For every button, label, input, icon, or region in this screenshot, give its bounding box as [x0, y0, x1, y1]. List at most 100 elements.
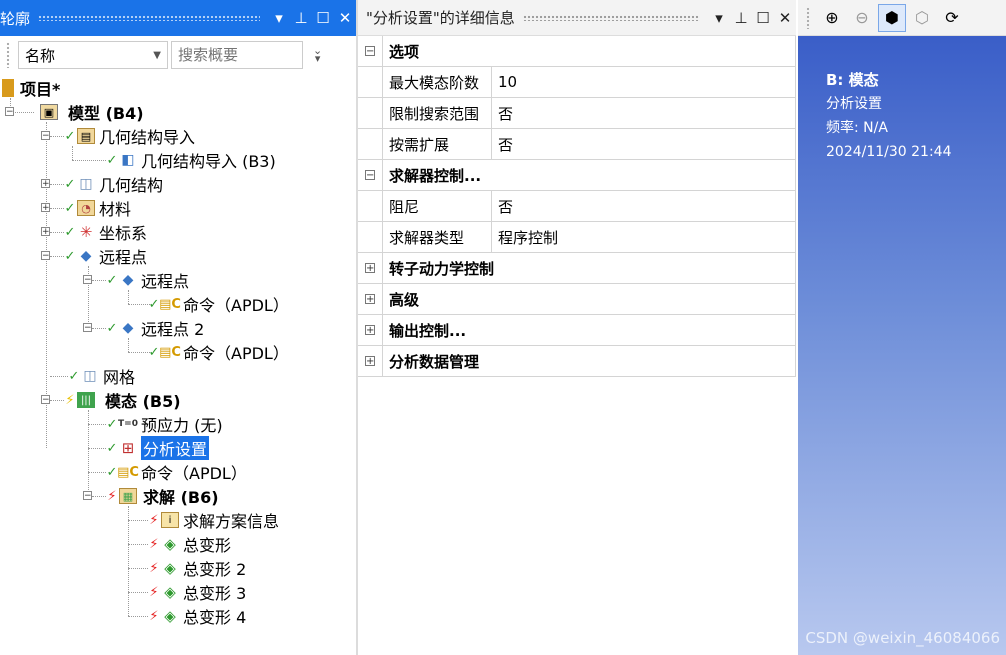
tree-node-remote-points[interactable]: ✓ ◆ 远程点 — [64, 244, 147, 268]
property-value-solver-type[interactable]: 程序控制 — [492, 222, 795, 252]
tree-node-prestress[interactable]: ✓ T=0 预应力 (无) — [106, 412, 223, 436]
tree-node-materials[interactable]: ✓ ◔ 材料 — [64, 196, 131, 220]
dropdown-arrow-icon[interactable]: ▾ — [708, 9, 730, 27]
tree-label-remote-point-1: 远程点 — [141, 272, 190, 291]
viewport-line-2: 频率: N/A — [826, 120, 888, 136]
toolbar-grip[interactable] — [806, 6, 810, 29]
graphics-viewport[interactable]: B: 模态 分析设置 频率: N/A 2024/11/30 21:44 — [798, 36, 1006, 655]
property-row-limit-range[interactable]: 限制搜索范围 否 — [358, 98, 795, 129]
project-book-icon — [2, 79, 14, 97]
pin-icon[interactable]: ⊥ — [730, 9, 752, 27]
tree-node-command-2[interactable]: ✓ ▤C 命令（APDL） — [148, 340, 289, 364]
check-icon: ✓ — [106, 320, 118, 336]
command-icon: ▤C — [117, 464, 139, 480]
expand-icon[interactable]: + — [365, 356, 375, 367]
total-deformation-icon: ◈ — [164, 535, 176, 553]
property-value-max-modes[interactable]: 10 — [492, 67, 795, 97]
expander-solution[interactable]: − — [83, 491, 92, 501]
search-input[interactable] — [171, 41, 303, 69]
view-rotate-icon[interactable]: ⟳ — [938, 4, 966, 32]
tree-node-geometry[interactable]: ✓ ◫ 几何结构 — [64, 172, 163, 196]
property-value-damping[interactable]: 否 — [492, 191, 795, 221]
close-icon[interactable]: ✕ — [334, 9, 356, 27]
outline-titlebar[interactable]: 轮廓 ▾ ⊥ ☐ ✕ — [0, 0, 356, 36]
tree-label-geometry: 几何结构 — [99, 176, 164, 195]
tree-node-command-3[interactable]: ✓ ▤C 命令（APDL） — [106, 460, 247, 484]
overflow-chevron-icon[interactable]: ⌄ ▾ — [313, 45, 322, 64]
property-value-limit-range[interactable]: 否 — [492, 98, 795, 128]
tree-node-model[interactable]: ▣ 模型 (B4) — [40, 100, 144, 124]
expander-model[interactable]: − — [5, 107, 14, 117]
expander-remote-point-1[interactable]: − — [83, 275, 92, 285]
toolbar-grip[interactable] — [6, 42, 10, 68]
property-row-on-demand[interactable]: 按需扩展 否 — [358, 129, 795, 160]
expander-remote-points[interactable]: − — [41, 251, 50, 261]
expander-coords[interactable]: + — [41, 227, 50, 237]
wireframe-body-icon[interactable]: ⬡ — [908, 4, 936, 32]
group-solver-controls[interactable]: − 求解器控制... — [358, 160, 795, 191]
tree-node-project[interactable]: 项目* — [2, 76, 60, 100]
expander-materials[interactable]: + — [41, 203, 50, 213]
tree-node-total-def-2[interactable]: ⚡ ◈ 总变形 2 — [148, 556, 246, 580]
property-row-damping[interactable]: 阻尼 否 — [358, 191, 795, 222]
tree-node-remote-point-1[interactable]: ✓ ◆ 远程点 — [106, 268, 189, 292]
tree-node-geom-import-b3[interactable]: ✓ ◧ 几何结构导入 (B3) — [106, 148, 276, 172]
shaded-body-icon[interactable]: ⬢ — [878, 3, 906, 32]
tree-label-command-3: 命令（APDL） — [141, 464, 247, 483]
group-advanced[interactable]: + 高级 — [358, 284, 795, 315]
tree-label-geom-import-b3: 几何结构导入 (B3) — [141, 152, 276, 171]
details-grid: − 选项 最大模态阶数 10 限制搜索范围 否 按需扩展 否 − 求解器控制..… — [358, 36, 796, 377]
total-deformation-icon: ◈ — [164, 583, 176, 601]
group-rotordynamics[interactable]: + 转子动力学控制 — [358, 253, 795, 284]
pin-icon[interactable]: ⊥ — [290, 9, 312, 27]
tree-label-command-1: 命令（APDL） — [183, 296, 289, 315]
tree-node-total-def-3[interactable]: ⚡ ◈ 总变形 3 — [148, 580, 246, 604]
close-icon[interactable]: ✕ — [774, 9, 796, 27]
tree-node-coords[interactable]: ✓ ✳ 坐标系 — [64, 220, 147, 244]
property-row-max-modes[interactable]: 最大模态阶数 10 — [358, 67, 795, 98]
group-options[interactable]: − 选项 — [358, 36, 795, 67]
filter-combo[interactable]: 名称 ▼ — [18, 41, 168, 69]
tree-node-command-1[interactable]: ✓ ▤C 命令（APDL） — [148, 292, 289, 316]
check-icon: ✓ — [64, 176, 76, 192]
tree-node-total-def-1[interactable]: ⚡ ◈ 总变形 — [148, 532, 231, 556]
group-data-management[interactable]: + 分析数据管理 — [358, 346, 795, 377]
modal-analysis-icon: ||| — [77, 392, 95, 408]
expand-icon[interactable]: + — [365, 325, 375, 336]
lightning-icon: ⚡ — [149, 608, 159, 624]
tree-node-total-def-4[interactable]: ⚡ ◈ 总变形 4 — [148, 604, 246, 628]
expander-modal[interactable]: − — [41, 395, 50, 405]
tree-node-remote-point-2[interactable]: ✓ ◆ 远程点 2 — [106, 316, 205, 340]
dropdown-arrow-icon[interactable]: ▾ — [268, 9, 290, 27]
group-label-data-management: 分析数据管理 — [382, 346, 795, 376]
check-icon: ✓ — [106, 272, 118, 288]
outline-drag-grip[interactable] — [38, 15, 260, 21]
expander-geom-import[interactable]: − — [41, 131, 50, 141]
viewport-line-3: 2024/11/30 21:44 — [826, 144, 952, 160]
property-value-on-demand[interactable]: 否 — [492, 129, 795, 159]
property-row-solver-type[interactable]: 求解器类型 程序控制 — [358, 222, 795, 253]
expander-remote-point-2[interactable]: − — [83, 323, 92, 333]
details-titlebar[interactable]: "分析设置"的详细信息 ▾ ⊥ ☐ ✕ — [358, 0, 796, 36]
tree-node-analysis-settings[interactable]: ✓ ⊞ 分析设置 — [106, 436, 210, 460]
details-drag-grip[interactable] — [522, 14, 700, 21]
maximize-icon[interactable]: ☐ — [312, 9, 334, 27]
lightning-icon: ⚡ — [149, 536, 159, 552]
maximize-icon[interactable]: ☐ — [752, 9, 774, 27]
tree-label-total-def-3: 总变形 3 — [183, 584, 247, 603]
tree-node-solution-info[interactable]: ⚡ i 求解方案信息 — [148, 508, 279, 532]
tree-node-mesh[interactable]: ✓ ◫ 网格 — [68, 364, 135, 388]
mesh-icon: ◫ — [83, 368, 97, 384]
expand-icon[interactable]: + — [365, 263, 375, 274]
collapse-icon[interactable]: − — [365, 170, 375, 181]
zoom-out-icon[interactable]: ⊖ — [848, 4, 876, 32]
collapse-icon[interactable]: − — [365, 46, 375, 57]
tree-node-solution[interactable]: ⚡ ▦ 求解 (B6) — [106, 484, 219, 508]
tree-node-modal[interactable]: ⚡ ||| 模态 (B5) — [64, 388, 181, 412]
zoom-in-icon[interactable]: ⊕ — [818, 4, 846, 32]
tree-node-geom-import[interactable]: ✓ ▤ 几何结构导入 — [64, 124, 195, 148]
group-output-controls[interactable]: + 输出控制... — [358, 315, 795, 346]
expander-geometry[interactable]: + — [41, 179, 50, 189]
mechanical-window: 轮廓 ▾ ⊥ ☐ ✕ 名称 ▼ ⌄▾ — [0, 0, 1006, 655]
expand-icon[interactable]: + — [365, 294, 375, 305]
